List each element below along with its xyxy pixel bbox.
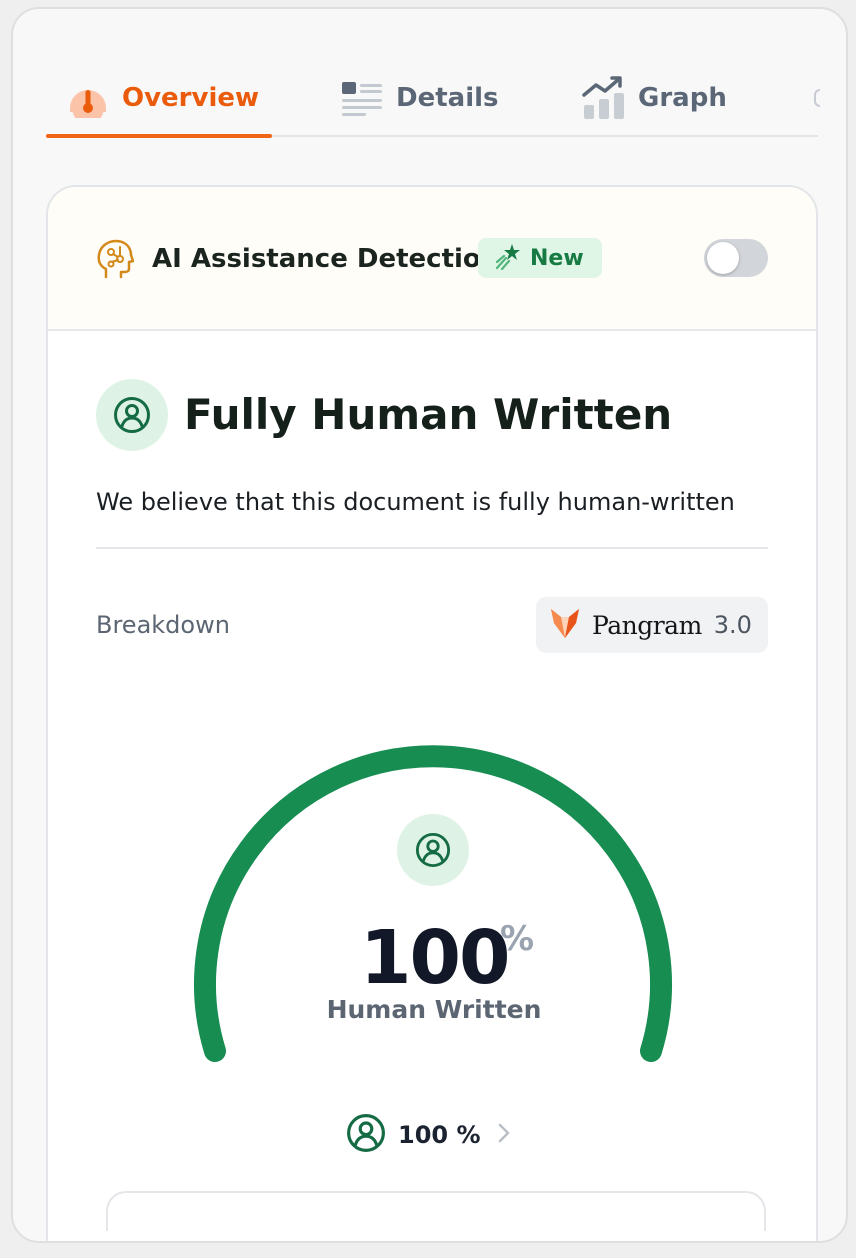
model-badge: Pangram 3.0 <box>536 597 768 653</box>
gauge-icon <box>64 74 112 122</box>
toggle-knob <box>707 242 739 274</box>
result-title: Fully Human Written <box>184 390 673 439</box>
ai-detection-title: AI Assistance Detection <box>152 244 500 274</box>
ai-detection-header: AI Assistance Detection New <box>48 187 816 331</box>
tab-overflow-hint <box>814 89 820 107</box>
model-version: 3.0 <box>713 611 752 639</box>
tab-overview[interactable]: Overview <box>64 59 259 137</box>
fox-logo-icon <box>550 607 580 643</box>
summary-value: 100 % <box>398 1121 481 1149</box>
human-written-gauge <box>194 745 672 1062</box>
gauge-human-icon <box>397 814 469 886</box>
tab-overview-label: Overview <box>122 83 260 113</box>
breakdown-label: Breakdown <box>96 611 230 639</box>
gauge-unit: % <box>500 919 535 959</box>
next-section-card <box>106 1191 766 1231</box>
human-avatar-icon <box>96 379 168 451</box>
details-list-icon <box>338 74 386 122</box>
chevron-right-icon <box>497 1122 511 1148</box>
ai-head-icon <box>96 239 135 279</box>
graph-icon <box>580 74 628 122</box>
human-summary-row[interactable]: 100 % <box>346 1113 511 1157</box>
tab-graph[interactable]: Graph <box>580 59 727 137</box>
analysis-panel: Overview Details Graph AI Assistance Det… <box>11 7 848 1243</box>
new-badge-label: New <box>530 245 584 271</box>
active-tab-indicator <box>46 134 272 138</box>
gauge-label: Human Written <box>326 995 542 1024</box>
result-card: AI Assistance Detection New Fully Human … <box>46 185 818 1241</box>
human-outline-icon <box>346 1113 386 1157</box>
tab-details[interactable]: Details <box>338 59 499 137</box>
tab-graph-label: Graph <box>638 83 727 113</box>
section-divider <box>96 547 768 549</box>
new-badge: New <box>478 238 602 278</box>
model-name: Pangram <box>592 610 702 640</box>
result-description: We believe that this document is fully h… <box>96 488 735 516</box>
ai-detection-toggle[interactable] <box>704 239 768 277</box>
sparkle-star-icon <box>494 242 522 274</box>
tab-details-label: Details <box>396 83 499 113</box>
gauge-value: 100 <box>360 915 510 1001</box>
tab-bar: Overview Details Graph <box>46 59 820 138</box>
